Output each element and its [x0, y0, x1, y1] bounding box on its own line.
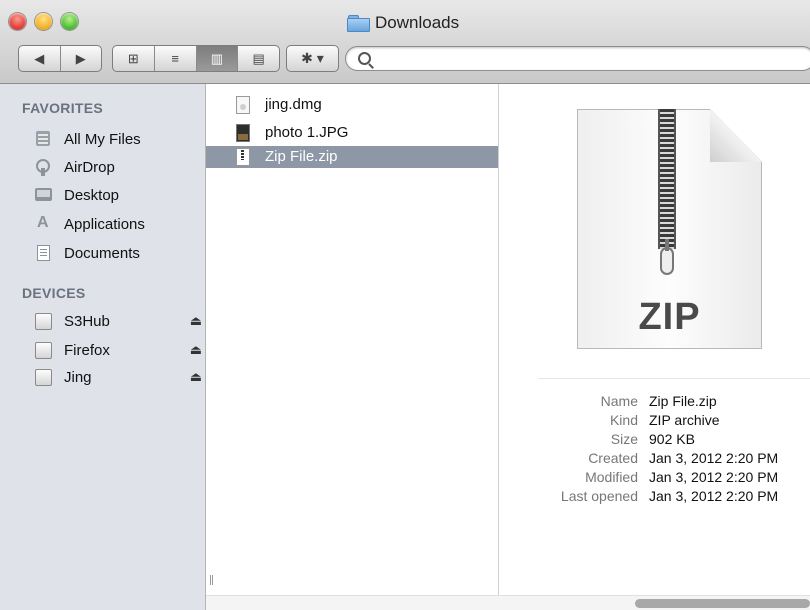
sidebar-item-firefox[interactable]: Firefox ⏏	[34, 339, 202, 361]
sidebar-item-s3hub[interactable]: S3Hub ⏏	[34, 310, 202, 332]
preview-divider	[538, 378, 810, 379]
disk-icon	[34, 368, 54, 386]
file-name: Zip File.zip	[265, 148, 338, 165]
sidebar-item-all-my-files[interactable]: All My Files	[34, 128, 202, 150]
list-view-button[interactable]: ≡	[153, 46, 196, 71]
sidebar-item-label: All My Files	[64, 130, 141, 148]
action-menu-button[interactable]: ✱ ▾	[286, 45, 339, 72]
applications-icon	[34, 214, 54, 233]
info-row-modified: Modified Jan 3, 2012 2:20 PM	[500, 469, 810, 488]
info-value: Jan 3, 2012 2:20 PM	[649, 450, 779, 466]
info-value: Zip File.zip	[649, 393, 717, 409]
file-row-jing-dmg[interactable]: jing.dmg	[206, 94, 498, 116]
navigation-buttons: ◀ ▶	[18, 45, 102, 72]
file-name: jing.dmg	[265, 96, 322, 113]
search-input[interactable]	[345, 46, 810, 71]
search-icon	[358, 52, 371, 65]
zip-archive-icon: ZIP	[577, 109, 762, 349]
documents-icon	[34, 244, 54, 262]
info-key: Name	[600, 393, 638, 409]
sidebar-item-applications[interactable]: Applications	[34, 213, 202, 235]
sidebar-item-label: Applications	[64, 215, 145, 233]
info-value: Jan 3, 2012 2:20 PM	[649, 469, 779, 485]
info-row-kind: Kind ZIP archive	[500, 412, 810, 431]
sidebar-item-jing[interactable]: Jing ⏏	[34, 366, 202, 388]
window-title: Downloads	[347, 12, 459, 34]
window-title-label: Downloads	[375, 13, 460, 32]
file-info: Name Zip File.zip Kind ZIP archive Size …	[500, 393, 810, 507]
sidebar-item-label: S3Hub	[64, 312, 110, 330]
jpg-file-icon	[236, 124, 250, 142]
sidebar-item-label: Jing	[64, 368, 92, 386]
file-column: jing.dmg photo 1.JPG Zip File.zip	[206, 84, 499, 610]
file-row-zip-file[interactable]: Zip File.zip	[206, 146, 498, 168]
horizontal-scrollbar-thumb[interactable]	[635, 599, 810, 608]
eject-icon[interactable]: ⏏	[190, 369, 202, 385]
airdrop-icon	[34, 158, 54, 176]
sidebar-item-airdrop[interactable]: AirDrop	[34, 156, 202, 178]
info-key: Kind	[609, 412, 638, 428]
file-row-photo-jpg[interactable]: photo 1.JPG	[206, 122, 498, 144]
sidebar-item-label: Firefox	[64, 341, 110, 359]
disk-icon	[34, 341, 54, 359]
info-key: Last opened	[560, 488, 638, 504]
info-key: Modified	[585, 469, 638, 485]
file-type-label: ZIP	[638, 296, 701, 338]
info-row-last-opened: Last opened Jan 3, 2012 2:20 PM	[500, 488, 810, 507]
desktop-icon	[34, 186, 54, 204]
back-button[interactable]: ◀	[19, 46, 60, 71]
file-name: photo 1.JPG	[265, 124, 349, 141]
info-row-created: Created Jan 3, 2012 2:20 PM	[500, 450, 810, 469]
favorites-heading: FAVORITES	[22, 100, 104, 116]
column-view-button[interactable]: ▥	[195, 46, 238, 71]
eject-icon[interactable]: ⏏	[190, 342, 202, 358]
minimize-window-button[interactable]	[35, 13, 52, 30]
info-value: ZIP archive	[649, 412, 720, 428]
dmg-file-icon	[236, 96, 250, 114]
gear-icon: ✱ ▾	[301, 50, 324, 66]
zoom-window-button[interactable]	[61, 13, 78, 30]
view-mode-buttons: ⊞ ≡ ▥ ▤	[112, 45, 280, 72]
window-titlebar: Downloads ◀ ▶ ⊞ ≡ ▥ ▤ ✱ ▾	[0, 0, 810, 84]
info-row-size: Size 902 KB	[500, 431, 810, 450]
sidebar-item-desktop[interactable]: Desktop	[34, 184, 202, 206]
cover-flow-view-button[interactable]: ▤	[237, 46, 279, 71]
sidebar-item-label: Desktop	[64, 186, 120, 204]
info-key: Created	[588, 450, 638, 466]
info-value: Jan 3, 2012 2:20 PM	[649, 488, 779, 504]
column-resize-handle[interactable]	[210, 575, 213, 585]
info-row-name: Name Zip File.zip	[500, 393, 810, 412]
forward-button[interactable]: ▶	[59, 46, 102, 71]
icon-view-button[interactable]: ⊞	[113, 46, 154, 71]
devices-heading: DEVICES	[22, 285, 86, 301]
sidebar-item-documents[interactable]: Documents	[34, 242, 202, 264]
zipper-icon	[658, 109, 676, 249]
sidebar-item-label: Documents	[64, 244, 140, 262]
all-my-files-icon	[34, 130, 54, 148]
close-window-button[interactable]	[9, 13, 26, 30]
folder-icon	[347, 15, 370, 32]
zip-file-icon	[236, 148, 250, 166]
eject-icon[interactable]: ⏏	[190, 313, 202, 329]
sidebar-item-label: AirDrop	[64, 158, 115, 176]
disk-icon	[34, 312, 54, 330]
info-key: Size	[610, 431, 638, 447]
sidebar: FAVORITES All My Files AirDrop Desktop A…	[0, 84, 206, 610]
info-value: 902 KB	[649, 431, 695, 447]
